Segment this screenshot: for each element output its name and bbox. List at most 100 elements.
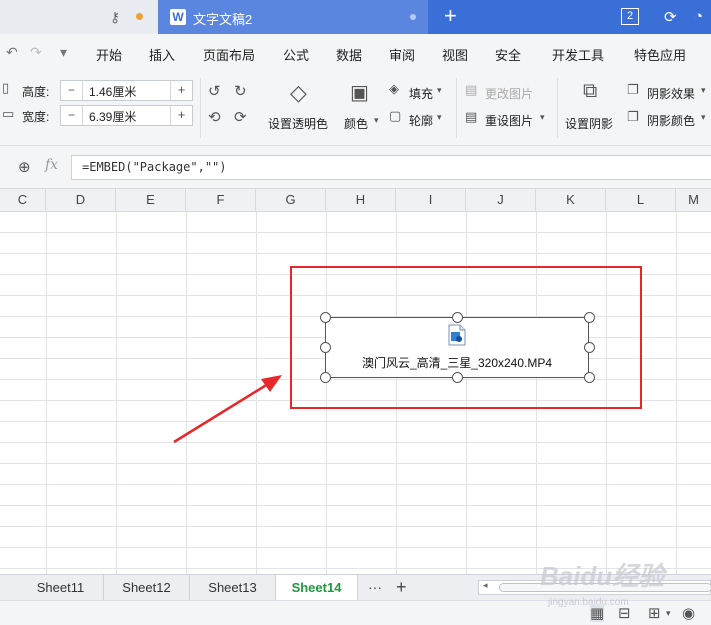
column-header-f[interactable]: F — [186, 189, 256, 211]
height-label: 高度: — [22, 85, 50, 99]
menu-review[interactable]: 审阅 — [389, 45, 415, 64]
rotate-right-icon[interactable]: ↻ — [234, 82, 247, 100]
set-transparent-color-button[interactable]: 设置透明色 — [268, 115, 328, 132]
menu-view[interactable]: 视图 — [442, 45, 468, 64]
menu-home[interactable]: 开始 — [96, 45, 122, 64]
window-count-badge[interactable]: 2 — [621, 8, 639, 25]
key-icon[interactable]: ⚷ — [110, 9, 120, 26]
color-button[interactable]: 颜色 — [344, 115, 368, 132]
notification-dot — [136, 13, 143, 20]
outline-icon[interactable]: ▢ — [389, 108, 401, 124]
fx-icon[interactable]: fx — [45, 157, 58, 173]
color-dropdown-icon[interactable]: ▾ — [374, 115, 379, 126]
sheet-tab-sheet12[interactable]: Sheet12 — [104, 575, 190, 600]
wps-writer-logo-icon: W — [170, 9, 186, 25]
reset-picture-icon[interactable]: ▤ — [465, 109, 477, 125]
document-tab[interactable]: W 文字文稿2 — [158, 0, 428, 34]
more-sheets-button[interactable]: ··· — [368, 575, 382, 599]
picture-tools-ribbon: ▯ 高度: − 1.46厘米 + ▭ 宽度: − 6.39厘米 + ↺ ↻ ⟲ … — [0, 72, 711, 146]
shadow-effect-button[interactable]: 阴影效果 — [647, 85, 695, 102]
sheet-tab-sheet11[interactable]: Sheet11 — [18, 575, 104, 600]
sheet-tab-sheet14[interactable]: Sheet14 — [276, 575, 358, 600]
set-shadow-button[interactable]: 设置阴影 — [565, 115, 613, 132]
shadow-settings-icon[interactable]: ⧉ — [583, 80, 597, 103]
column-headers: C D E F G H I J K L M — [0, 188, 711, 212]
title-tab-bar: ⚷ W 文字文稿2 + 2 ⟳ ◔ — [0, 0, 711, 34]
column-header-c[interactable]: C — [0, 189, 46, 211]
column-header-i[interactable]: I — [396, 189, 466, 211]
shadow-effect-dropdown-icon[interactable]: ▾ — [701, 85, 706, 96]
resize-handle-bottom[interactable] — [452, 372, 463, 383]
add-sheet-button[interactable]: + — [396, 575, 407, 599]
shadow-color-button[interactable]: 阴影颜色 — [647, 112, 695, 129]
flip-horizontal-icon[interactable]: ⟳ — [234, 108, 247, 126]
column-header-d[interactable]: D — [46, 189, 116, 211]
new-tab-button[interactable]: + — [444, 3, 457, 29]
page-break-view-icon[interactable]: ⊟ — [618, 604, 631, 622]
zoom-search-icon[interactable]: ⊕ — [18, 158, 31, 176]
resize-handle-left[interactable] — [320, 342, 331, 353]
formula-input[interactable]: =EMBED("Package","") — [71, 155, 711, 180]
menu-special-apps[interactable]: 特色应用 — [634, 45, 686, 64]
change-picture-button[interactable]: 更改图片 — [485, 85, 533, 102]
resize-handle-top[interactable] — [452, 312, 463, 323]
resize-handle-bottom-left[interactable] — [320, 372, 331, 383]
menu-insert[interactable]: 插入 — [149, 45, 175, 64]
rotate-left-icon[interactable]: ↺ — [208, 82, 221, 100]
watermark-url: jingyan.baidu.com — [548, 597, 629, 608]
column-header-h[interactable]: H — [326, 189, 396, 211]
height-decrease-button[interactable]: − — [61, 81, 83, 100]
column-header-l[interactable]: L — [606, 189, 676, 211]
height-increase-button[interactable]: + — [170, 81, 192, 100]
width-decrease-button[interactable]: − — [61, 106, 83, 125]
home-tab[interactable]: ⚷ — [0, 0, 158, 34]
status-bar: jingyan.baidu.com ▦ ⊟ ⊞ ▾ ◉ — [0, 597, 711, 625]
reset-picture-dropdown-icon[interactable]: ▾ — [540, 112, 545, 123]
resize-handle-top-left[interactable] — [320, 312, 331, 323]
eye-protection-icon[interactable]: ◉ — [682, 604, 695, 622]
water-drop-icon[interactable]: ◇ — [290, 80, 307, 106]
height-stepper[interactable]: − 1.46厘米 + — [60, 80, 193, 101]
embedded-package-object[interactable]: 澳门风云_高清_三星_320x240.MP4 — [325, 317, 589, 378]
fill-dropdown-icon[interactable]: ▾ — [437, 85, 442, 96]
shadow-color-dropdown-icon[interactable]: ▾ — [701, 112, 706, 123]
redo-icon[interactable]: ↷ — [30, 44, 42, 61]
resize-handle-bottom-right[interactable] — [584, 372, 595, 383]
scroll-left-icon[interactable]: ◂ — [483, 580, 488, 591]
reset-picture-button[interactable]: 重设图片 — [485, 112, 533, 129]
quick-access-dropdown-icon[interactable]: ▾ — [60, 44, 67, 61]
menu-data[interactable]: 数据 — [336, 45, 362, 64]
shadow-color-icon[interactable]: ❐ — [627, 109, 639, 125]
flip-vertical-icon[interactable]: ⟲ — [208, 108, 221, 126]
menu-page-layout[interactable]: 页面布局 — [203, 45, 255, 64]
page-layout-view-icon[interactable]: ⊞ — [648, 604, 661, 622]
width-increase-button[interactable]: + — [170, 106, 192, 125]
column-header-e[interactable]: E — [116, 189, 186, 211]
column-header-g[interactable]: G — [256, 189, 326, 211]
column-header-j[interactable]: J — [466, 189, 536, 211]
sheet-tab-sheet13[interactable]: Sheet13 — [190, 575, 276, 600]
fill-icon[interactable]: ◈ — [389, 81, 399, 97]
cloud-sync-icon[interactable]: ⟳ — [664, 8, 677, 26]
resize-handle-right[interactable] — [584, 342, 595, 353]
column-header-k[interactable]: K — [536, 189, 606, 211]
outline-button[interactable]: 轮廓 — [409, 112, 433, 129]
height-value[interactable]: 1.46厘米 — [89, 83, 136, 100]
fill-button[interactable]: 填充 — [409, 85, 433, 102]
normal-view-icon[interactable]: ▦ — [590, 604, 605, 622]
skin-icon[interactable]: ◔ — [694, 8, 703, 25]
menu-formulas[interactable]: 公式 — [283, 45, 309, 64]
outline-dropdown-icon[interactable]: ▾ — [437, 112, 442, 123]
view-dropdown-icon[interactable]: ▾ — [666, 608, 671, 619]
change-picture-icon[interactable]: ▤ — [465, 82, 477, 98]
width-stepper[interactable]: − 6.39厘米 + — [60, 105, 193, 126]
menu-developer-tools[interactable]: 开发工具 — [552, 45, 604, 64]
shadow-effect-icon[interactable]: ❐ — [627, 82, 639, 98]
undo-icon[interactable]: ↶ — [6, 44, 18, 61]
resize-handle-top-right[interactable] — [584, 312, 595, 323]
tab-close-icon[interactable] — [410, 14, 416, 20]
picture-color-icon[interactable]: ▣ — [350, 80, 369, 105]
menu-security[interactable]: 安全 — [495, 45, 521, 64]
column-header-m[interactable]: M — [676, 189, 711, 211]
width-value[interactable]: 6.39厘米 — [89, 108, 136, 125]
